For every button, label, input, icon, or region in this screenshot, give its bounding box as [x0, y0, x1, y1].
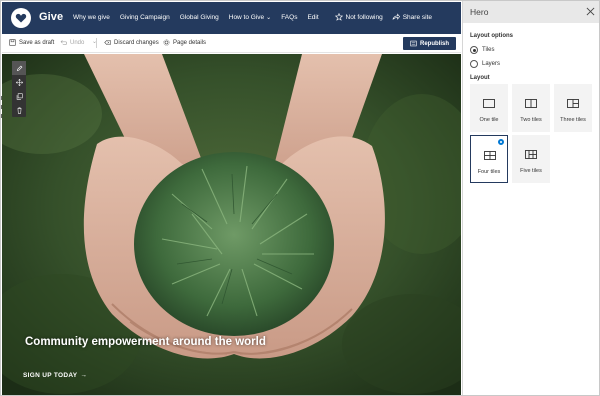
layout-options-heading: Layout options: [470, 33, 513, 39]
save-icon: [9, 39, 16, 46]
nav-item-label: Global Giving: [179, 14, 219, 21]
undo-dropdown-button[interactable]: ⌄: [91, 38, 97, 45]
site-header: Give Why we give Giving Campaign Global …: [2, 2, 461, 34]
tile-label: One tile: [479, 117, 499, 123]
page-details-label: Page details: [173, 39, 207, 46]
tile-option-one[interactable]: One tile: [470, 84, 508, 132]
follow-label: Not following: [345, 13, 383, 21]
delete-web-part-button[interactable]: [12, 103, 26, 117]
radio-label: Tiles: [482, 47, 495, 53]
four-tiles-layout-icon: [484, 151, 496, 160]
tile-label: Two tiles: [520, 117, 542, 123]
three-tiles-layout-icon: [567, 99, 579, 108]
nav-item-global-giving[interactable]: Global Giving: [180, 14, 219, 21]
republish-icon: [410, 40, 417, 47]
nav-item-giving-campaign[interactable]: Giving Campaign: [120, 14, 170, 21]
edit-web-part-button[interactable]: [12, 61, 26, 75]
tile-option-three[interactable]: Three tiles: [554, 84, 592, 132]
app-frame: Give Why we give Giving Campaign Global …: [0, 0, 600, 396]
duplicate-web-part-button[interactable]: [12, 89, 26, 103]
radio-button-checked[interactable]: [470, 46, 478, 54]
radio-button[interactable]: [470, 60, 478, 68]
discard-changes-button[interactable]: Discard changes: [104, 39, 159, 46]
undo-button[interactable]: Undo: [60, 39, 84, 46]
pencil-icon: [16, 65, 22, 71]
tile-option-two[interactable]: Two tiles: [512, 84, 550, 132]
property-pane-header: Hero: [463, 1, 599, 23]
nav-item-label: Giving Campaign: [119, 14, 170, 21]
follow-button[interactable]: Not following: [334, 13, 383, 21]
nav-item-edit[interactable]: Edit: [307, 14, 318, 21]
site-title[interactable]: Give: [39, 11, 63, 23]
save-as-draft-button[interactable]: Save as draft: [9, 39, 54, 46]
radio-label: Layers: [482, 61, 501, 67]
hero-title[interactable]: Community empowerment around the world: [25, 336, 266, 348]
tile-option-five[interactable]: Five tiles: [512, 135, 550, 183]
tile-label: Five tiles: [520, 168, 542, 174]
property-pane: Hero Layout options Tiles Layers Layout …: [462, 1, 599, 395]
hero-cta-label: SIGN UP TODAY: [23, 372, 78, 379]
five-tiles-layout-icon: [525, 150, 537, 159]
site-nav: Why we give Giving Campaign Global Givin…: [73, 14, 329, 21]
tile-label: Three tiles: [560, 117, 586, 123]
save-as-draft-label: Save as draft: [19, 39, 55, 46]
chevron-down-icon: ⌄: [92, 39, 98, 45]
discard-icon: [104, 40, 111, 45]
move-icon: [15, 78, 23, 86]
trash-icon: [16, 107, 22, 114]
copy-icon: [16, 92, 23, 100]
share-site-button[interactable]: Share site: [392, 13, 432, 21]
nav-item-how-to-give[interactable]: How to Give ⌄: [229, 14, 271, 21]
chevron-down-icon: ⌄: [266, 15, 272, 21]
share-label: Share site: [402, 13, 432, 21]
web-part-edit-toolbar: [12, 61, 26, 117]
one-tile-layout-icon: [483, 99, 495, 108]
republish-button[interactable]: Republish: [403, 37, 456, 50]
nav-item-label: FAQs: [281, 14, 298, 21]
site-logo[interactable]: [11, 8, 31, 28]
layout-heading: Layout: [470, 75, 490, 81]
two-tiles-layout-icon: [525, 99, 537, 108]
selected-check-icon: [497, 138, 505, 146]
republish-label: Republish: [419, 40, 449, 47]
hero-cta-link[interactable]: SIGN UP TODAY →: [23, 372, 87, 379]
nav-item-label: How to Give: [228, 14, 265, 21]
property-pane-title: Hero: [470, 7, 489, 17]
tile-label: Four tiles: [477, 169, 501, 175]
tile-option-four[interactable]: Four tiles: [470, 135, 508, 183]
nav-item-why-we-give[interactable]: Why we give: [73, 14, 110, 21]
nav-item-label: Edit: [307, 14, 319, 21]
close-icon[interactable]: [586, 7, 595, 16]
discard-changes-label: Discard changes: [114, 39, 159, 46]
page-details-button[interactable]: Page details: [163, 39, 206, 46]
share-icon: [392, 13, 400, 20]
radio-layers[interactable]: Layers: [470, 60, 500, 68]
move-web-part-button[interactable]: [12, 75, 26, 89]
heart-shield-icon: [15, 13, 27, 23]
undo-label: Undo: [70, 39, 85, 46]
undo-icon: [60, 40, 67, 45]
nav-item-label: Why we give: [73, 14, 110, 21]
radio-tiles[interactable]: Tiles: [470, 46, 494, 54]
arrow-right-icon: →: [80, 372, 88, 379]
command-bar: Save as draft Undo ⌄ Discard changes Pag…: [2, 34, 461, 53]
gear-icon: [163, 39, 170, 46]
nav-item-faqs[interactable]: FAQs: [281, 14, 297, 21]
site-actions: Not following Share site: [326, 13, 432, 21]
star-icon: [334, 13, 343, 21]
